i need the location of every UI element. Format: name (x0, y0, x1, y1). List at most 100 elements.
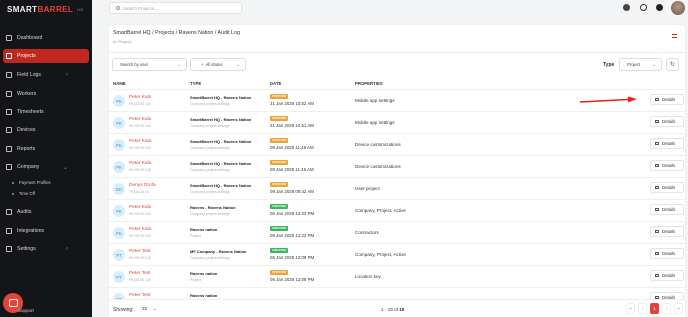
type-name: SmartBarrel HQ - Ravens Nation (190, 183, 252, 188)
details-label: Details (662, 163, 676, 168)
user-name-link[interactable]: Peter Test (129, 293, 151, 298)
sidebar-item-devices[interactable]: Devices (0, 123, 92, 137)
user-name-link[interactable]: Peter Kalo (129, 205, 151, 210)
avatar[interactable] (671, 1, 685, 15)
details-label: Details (662, 119, 676, 124)
sidebar-item-integrations[interactable]: Integrations (0, 224, 92, 238)
user-ip: 99.232.90.140 (129, 256, 151, 260)
support-link[interactable]: Support (18, 308, 34, 313)
details-label: Details (662, 97, 676, 102)
status-select[interactable]: + All status ⌄ (190, 58, 246, 71)
topbar: Search Projects... (92, 0, 688, 17)
user-name-link[interactable]: Peter Kalo (129, 139, 151, 144)
user-ip: 99.232.90.140 (129, 102, 151, 106)
details-button[interactable]: Details (650, 248, 684, 259)
first-page-button[interactable]: « (626, 303, 635, 314)
user-name-link[interactable]: Peter Kalo (129, 95, 151, 100)
type-name: Ravens nation (190, 227, 218, 232)
sidebar-item-timesheets[interactable]: Timesheets (0, 105, 92, 119)
type-name: SmartBarrel HQ - Ravens Nation (190, 117, 252, 122)
per-page-select[interactable]: 25 ⌄ (139, 303, 161, 314)
sidebar-item-company[interactable]: Company ⌄ (0, 160, 92, 174)
details-button[interactable]: Details (650, 226, 684, 237)
type-select[interactable]: Project ⌄ (619, 58, 662, 71)
details-icon (655, 208, 659, 211)
row-date: 06 Jan 2025 12:09 PM (270, 277, 315, 282)
range-total: 19 (399, 307, 405, 312)
status-badge: UPDATED (270, 160, 289, 165)
details-icon (655, 186, 659, 189)
type-subtitle: Company project settings (190, 256, 230, 260)
type-subtitle: Company project settings (190, 102, 230, 106)
chevron-left-icon: ‹ (66, 246, 68, 252)
next-page-button[interactable]: › (662, 303, 671, 314)
user-name-link[interactable]: Peter Test (129, 271, 151, 276)
range-prefix: 1 - 19 of (381, 307, 400, 312)
details-icon (655, 120, 659, 123)
user-ip: 99.232.90.140 (129, 212, 151, 216)
user-name-link[interactable]: Peter Kalo (129, 161, 151, 166)
user-name-link[interactable]: Peter Kalo (129, 227, 151, 232)
type-name: SmartBarrel HQ - Ravens Nation (190, 139, 252, 144)
sidebar-subitem-time-off[interactable]: Time Off (12, 191, 35, 196)
prev-page-button[interactable]: ‹ (638, 303, 647, 314)
details-button[interactable]: Details (650, 94, 684, 105)
type-subtitle: Company project settings (190, 190, 230, 194)
row-properties: Mobile app settings (355, 98, 395, 103)
details-label: Details (662, 185, 676, 190)
row-date: 06 Jan 2025 12:22 PM (270, 233, 315, 238)
details-button[interactable]: Details (650, 160, 684, 171)
bell-icon[interactable] (623, 4, 630, 11)
avatar: PT (113, 249, 125, 261)
sidebar-item-field-logs[interactable]: Field Logs ‹ (0, 68, 92, 82)
gear-icon[interactable] (656, 4, 663, 11)
details-button[interactable]: Details (650, 138, 684, 149)
bullet-icon (12, 181, 14, 184)
app-logo[interactable]: SMARTBARREL HR (7, 5, 84, 14)
sidebar-subitem-payment-profiles[interactable]: Payment Profiles (12, 180, 51, 185)
brand-tag: HR (77, 7, 84, 13)
filter-icon[interactable] (672, 34, 677, 38)
column-header-date[interactable]: DATE (270, 81, 281, 86)
sidebar-item-label: Projects (17, 53, 36, 59)
user-ip: 79.100.43.43 (129, 190, 149, 194)
details-button[interactable]: Details (650, 204, 684, 215)
user-name-link[interactable]: Peter Kalo (129, 117, 151, 122)
search-input[interactable]: Search Projects... (109, 2, 242, 14)
refresh-icon[interactable]: ↻ (666, 58, 679, 71)
column-header-properties[interactable]: PROPERTIES (355, 81, 383, 86)
type-name: MF Company - Ravens Nation (190, 249, 247, 254)
column-header-name[interactable]: NAME (113, 81, 126, 86)
row-date: 06 Jan 2025 12:09 PM (270, 255, 315, 260)
chevron-down-icon: ⌄ (236, 61, 240, 67)
sidebar-item-projects[interactable]: Projects (3, 49, 89, 63)
details-label: Details (662, 273, 676, 278)
user-name-link[interactable]: Peter Test (129, 249, 151, 254)
status-badge: UPDATED (270, 182, 289, 187)
row-date: 21 Jan 2025 10:52 AM (270, 101, 314, 106)
type-name: Ravens nation (190, 271, 218, 276)
status-value: All status (205, 62, 223, 67)
sidebar-item-reports[interactable]: Reports (0, 142, 92, 156)
last-page-button[interactable]: » (674, 303, 683, 314)
breadcrumb[interactable]: SmartBarrel HQ / Projects / Ravens Natio… (113, 30, 240, 36)
details-button[interactable]: Details (650, 270, 684, 281)
user-name-link[interactable]: Denys Drofa (129, 183, 156, 188)
sidebar-item-settings[interactable]: Settings ‹ (0, 242, 92, 256)
row-properties: Company, Project, Active (355, 252, 406, 257)
annotation-arrow (579, 96, 637, 103)
workers-icon (6, 91, 12, 97)
details-button[interactable]: Details (650, 116, 684, 127)
theme-icon[interactable] (640, 4, 647, 11)
row-properties: Device customizations (355, 164, 401, 169)
details-label: Details (662, 229, 676, 234)
page-button-current[interactable]: 1 (650, 303, 659, 314)
sidebar-item-dashboard[interactable]: Dashboard (0, 31, 92, 45)
details-label: Details (662, 251, 676, 256)
sidebar-item-workers[interactable]: Workers (0, 87, 92, 101)
chevron-down-icon: ⌄ (62, 164, 68, 171)
details-button[interactable]: Details (650, 182, 684, 193)
search-user-select[interactable]: Search by user ⌄ (112, 58, 187, 71)
column-header-type[interactable]: TYPE (190, 81, 201, 86)
sidebar-item-audits[interactable]: Audits (0, 205, 92, 219)
